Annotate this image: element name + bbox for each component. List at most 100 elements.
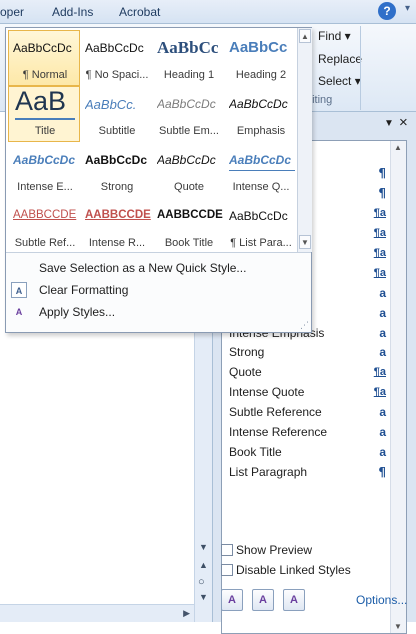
quick-style-normal[interactable]: AaBbCcDc ¶ Normal — [8, 30, 80, 86]
style-label: ¶ Normal — [22, 69, 68, 81]
style-row-quote[interactable]: Quote ¶a — [222, 362, 390, 382]
ribbon-group-divider — [360, 26, 361, 110]
style-label: ¶ List Para... — [230, 237, 292, 249]
character-style-icon: a — [379, 445, 386, 459]
apply-styles-item[interactable]: A Apply Styles... — [6, 301, 311, 323]
save-selection-as-quick-style-item[interactable]: Save Selection as a New Quick Style... — [6, 257, 311, 279]
scroll-down-icon[interactable]: ▼ — [299, 235, 311, 249]
quick-style-intense-emphasis[interactable]: AaBbCcDc Intense E... — [8, 142, 80, 198]
question-icon[interactable]: ? — [378, 2, 396, 20]
paragraph-style-icon: ¶ — [378, 465, 386, 479]
quick-style-emphasis[interactable]: AaBbCcDc Emphasis — [224, 86, 296, 142]
style-row-intense-reference[interactable]: Intense Reference a — [222, 422, 390, 442]
style-row-strong[interactable]: Strong a — [222, 342, 390, 362]
select-browse-object-icon[interactable]: ○ — [198, 576, 205, 588]
style-preview: AaBbCc. — [85, 97, 137, 112]
gallery-scrollbar[interactable]: ▲ ▼ — [297, 28, 312, 252]
quick-style-intense-quote[interactable]: AaBbCcDc Intense Q... — [224, 142, 296, 198]
style-name: List Paragraph — [229, 465, 308, 479]
pane-options-dropdown-icon[interactable]: ▼ — [384, 118, 394, 129]
disable-linked-styles-checkbox[interactable]: Disable Linked Styles — [221, 563, 351, 577]
tab-developer[interactable]: oper — [0, 5, 24, 19]
quick-style-quote[interactable]: AaBbCcDc Quote — [152, 142, 224, 198]
style-label: Subtle Ref... — [14, 237, 76, 249]
show-preview-checkbox[interactable]: Show Preview — [221, 543, 312, 557]
quick-style-heading-2[interactable]: AaBbCc Heading 2 — [224, 30, 296, 86]
scroll-down-icon[interactable]: ▼ — [394, 622, 402, 631]
style-preview: AABBCCDE — [13, 209, 77, 221]
style-row-subtle-reference[interactable]: Subtle Reference a — [222, 402, 390, 422]
character-style-icon: a — [379, 425, 386, 439]
styles-list-scrollbar[interactable]: ▲ ▼ — [390, 141, 406, 633]
style-preview: AaBbCcDc — [229, 153, 295, 171]
next-page-icon[interactable]: ▼ — [199, 592, 208, 602]
style-label: Intense Q... — [232, 181, 290, 193]
style-name: Book Title — [229, 445, 282, 459]
style-label: Book Title — [164, 237, 214, 249]
style-label: Heading 1 — [163, 69, 215, 81]
new-style-button[interactable]: A — [221, 589, 243, 611]
new-quick-style-icon — [11, 260, 27, 276]
scroll-right-icon[interactable]: ▶ — [183, 608, 190, 619]
quick-style-heading-1[interactable]: AaBbCc Heading 1 — [152, 30, 224, 86]
scroll-up-icon[interactable]: ▲ — [394, 143, 402, 152]
tab-acrobat[interactable]: Acrobat — [119, 5, 160, 19]
ribbon-minimize-icon[interactable]: ▾ — [405, 3, 410, 14]
linked-style-icon: ¶a — [373, 207, 386, 219]
quick-style-subtle-emphasis[interactable]: AaBbCcDc Subtle Em... — [152, 86, 224, 142]
linked-style-icon: ¶a — [373, 247, 386, 259]
style-preview: AaBbCc — [229, 39, 288, 56]
style-preview: AaBbCc — [157, 38, 219, 57]
quick-style-intense-reference[interactable]: AABBCCDE Intense R... — [80, 198, 152, 254]
character-style-icon: a — [379, 286, 386, 300]
character-style-icon: a — [379, 326, 386, 340]
style-preview: AaBbCcDc — [85, 153, 148, 167]
previous-page-icon[interactable]: ▲ — [199, 560, 208, 570]
find-button[interactable]: Find ▾ — [318, 29, 351, 43]
character-style-icon: a — [379, 405, 386, 419]
character-style-icon: a — [379, 345, 386, 359]
quick-styles-grid: AaBbCcDc ¶ Normal AaBbCcDc ¶ No Spaci...… — [6, 28, 298, 252]
style-label: Title — [34, 125, 56, 137]
tab-add-ins[interactable]: Add-Ins — [52, 5, 93, 19]
select-button[interactable]: Select ▾ — [318, 74, 361, 88]
style-label: Intense R... — [88, 237, 146, 249]
scroll-down-icon[interactable]: ▼ — [199, 542, 208, 552]
style-preview: AaBbCcDc — [85, 41, 144, 55]
quick-style-list-paragraph[interactable]: AaBbCcDc ¶ List Para... — [224, 198, 296, 254]
style-row-book-title[interactable]: Book Title a — [222, 442, 390, 462]
style-label: Strong — [100, 181, 134, 193]
style-name: Strong — [229, 345, 265, 359]
style-name: Quote — [229, 365, 262, 379]
style-preview: AaBbCcDc — [229, 97, 288, 111]
style-preview: AaBbCcDc — [157, 97, 216, 111]
style-row-list-paragraph[interactable]: List Paragraph ¶ — [222, 462, 390, 482]
quick-style-subtle-reference[interactable]: AABBCCDE Subtle Ref... — [8, 198, 80, 254]
scroll-up-icon[interactable]: ▲ — [299, 29, 311, 43]
horizontal-scrollbar[interactable]: ▶ — [0, 604, 194, 622]
style-label: Heading 2 — [235, 69, 287, 81]
quick-style-book-title[interactable]: AABBCCDE Book Title — [152, 198, 224, 254]
quick-style-title[interactable]: AaB Title — [8, 86, 80, 142]
clear-formatting-icon: A — [11, 282, 27, 298]
paragraph-style-icon: ¶ — [378, 166, 386, 180]
style-preview: AaBbCcDc — [157, 153, 216, 167]
style-row-intense-quote[interactable]: Intense Quote ¶a — [222, 382, 390, 402]
style-label: Quote — [174, 181, 204, 193]
linked-style-icon: ¶a — [373, 366, 386, 378]
quick-style-strong[interactable]: AaBbCcDc Strong — [80, 142, 152, 198]
style-preview: AABBCCDE — [85, 209, 151, 221]
quick-style-no-spacing[interactable]: AaBbCcDc ¶ No Spaci... — [80, 30, 152, 86]
style-label: Subtitle — [98, 125, 136, 137]
clear-formatting-item[interactable]: A Clear Formatting — [6, 279, 311, 301]
replace-button[interactable]: Replace — [318, 52, 362, 66]
style-inspector-button[interactable]: A — [252, 589, 274, 611]
resize-grip-icon[interactable]: ⋰ — [300, 320, 309, 331]
style-label: Intense E... — [17, 181, 73, 193]
style-name: Subtle Reference — [229, 405, 322, 419]
checkbox-icon — [221, 544, 233, 556]
manage-styles-button[interactable]: A — [283, 589, 305, 611]
options-link[interactable]: Options... — [356, 593, 407, 607]
close-icon[interactable]: × — [399, 114, 408, 131]
quick-style-subtitle[interactable]: AaBbCc. Subtitle — [80, 86, 152, 142]
